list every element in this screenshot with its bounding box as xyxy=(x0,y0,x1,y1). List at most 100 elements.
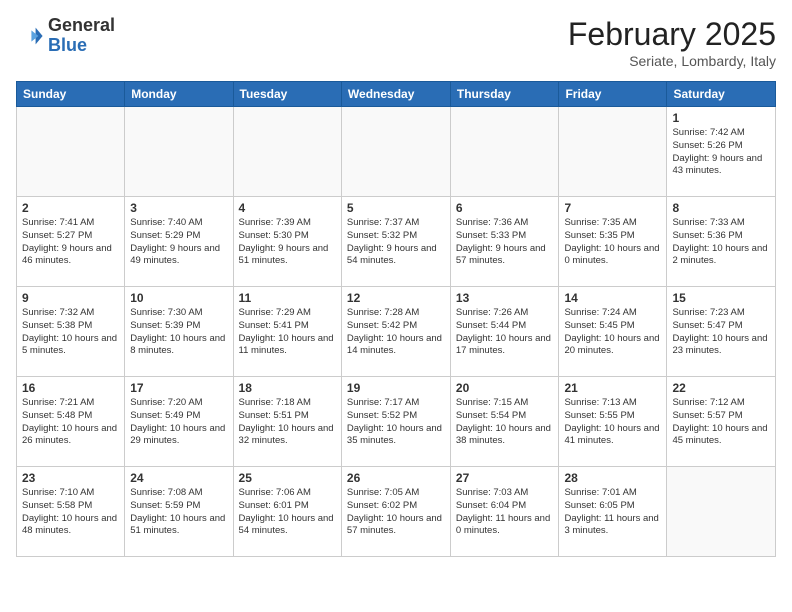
day-info: Sunrise: 7:42 AMSunset: 5:26 PMDaylight:… xyxy=(672,127,770,178)
location: Seriate, Lombardy, Italy xyxy=(568,53,776,69)
calendar-week-1: 2 Sunrise: 7:41 AMSunset: 5:27 PMDaylight… xyxy=(17,197,776,287)
calendar-cell: 6 Sunrise: 7:36 AMSunset: 5:33 PMDaylight… xyxy=(450,197,559,287)
month-info: February 2025 Seriate, Lombardy, Italy xyxy=(568,16,776,69)
day-number: 11 xyxy=(239,291,336,305)
calendar-header-row: SundayMondayTuesdayWednesdayThursdayFrid… xyxy=(17,82,776,107)
day-info: Sunrise: 7:41 AMSunset: 5:27 PMDaylight:… xyxy=(22,217,119,268)
day-info: Sunrise: 7:40 AMSunset: 5:29 PMDaylight:… xyxy=(130,217,227,268)
day-number: 24 xyxy=(130,471,227,485)
calendar-cell: 15 Sunrise: 7:23 AMSunset: 5:47 PMDayligh… xyxy=(667,287,776,377)
day-number: 27 xyxy=(456,471,554,485)
day-number: 7 xyxy=(564,201,661,215)
day-info: Sunrise: 7:36 AMSunset: 5:33 PMDaylight:… xyxy=(456,217,554,268)
day-info: Sunrise: 7:30 AMSunset: 5:39 PMDaylight:… xyxy=(130,307,227,358)
day-number: 16 xyxy=(22,381,119,395)
day-info: Sunrise: 7:15 AMSunset: 5:54 PMDaylight:… xyxy=(456,397,554,448)
calendar-cell: 25 Sunrise: 7:06 AMSunset: 6:01 PMDayligh… xyxy=(233,467,341,557)
day-info: Sunrise: 7:17 AMSunset: 5:52 PMDaylight:… xyxy=(347,397,445,448)
day-number: 4 xyxy=(239,201,336,215)
day-info: Sunrise: 7:29 AMSunset: 5:41 PMDaylight:… xyxy=(239,307,336,358)
day-info: Sunrise: 7:26 AMSunset: 5:44 PMDaylight:… xyxy=(456,307,554,358)
calendar-cell: 24 Sunrise: 7:08 AMSunset: 5:59 PMDayligh… xyxy=(125,467,233,557)
calendar-cell: 27 Sunrise: 7:03 AMSunset: 6:04 PMDayligh… xyxy=(450,467,559,557)
col-header-sunday: Sunday xyxy=(17,82,125,107)
calendar-cell xyxy=(17,107,125,197)
day-number: 6 xyxy=(456,201,554,215)
calendar-cell: 21 Sunrise: 7:13 AMSunset: 5:55 PMDayligh… xyxy=(559,377,667,467)
col-header-friday: Friday xyxy=(559,82,667,107)
day-info: Sunrise: 7:08 AMSunset: 5:59 PMDaylight:… xyxy=(130,487,227,538)
calendar-cell xyxy=(450,107,559,197)
calendar-cell xyxy=(233,107,341,197)
day-info: Sunrise: 7:33 AMSunset: 5:36 PMDaylight:… xyxy=(672,217,770,268)
day-number: 5 xyxy=(347,201,445,215)
day-number: 23 xyxy=(22,471,119,485)
day-number: 2 xyxy=(22,201,119,215)
day-number: 22 xyxy=(672,381,770,395)
logo: General Blue xyxy=(16,16,115,56)
calendar-cell: 23 Sunrise: 7:10 AMSunset: 5:58 PMDayligh… xyxy=(17,467,125,557)
calendar-cell: 28Sunrise: 7:01 AMSunset: 6:05 PMDayligh… xyxy=(559,467,667,557)
calendar-cell: 5 Sunrise: 7:37 AMSunset: 5:32 PMDaylight… xyxy=(341,197,450,287)
col-header-tuesday: Tuesday xyxy=(233,82,341,107)
day-info: Sunrise: 7:18 AMSunset: 5:51 PMDaylight:… xyxy=(239,397,336,448)
day-number: 21 xyxy=(564,381,661,395)
col-header-monday: Monday xyxy=(125,82,233,107)
calendar-cell: 12 Sunrise: 7:28 AMSunset: 5:42 PMDayligh… xyxy=(341,287,450,377)
calendar-cell: 7 Sunrise: 7:35 AMSunset: 5:35 PMDaylight… xyxy=(559,197,667,287)
col-header-wednesday: Wednesday xyxy=(341,82,450,107)
calendar-cell: 3 Sunrise: 7:40 AMSunset: 5:29 PMDaylight… xyxy=(125,197,233,287)
day-number: 28 xyxy=(564,471,661,485)
day-number: 15 xyxy=(672,291,770,305)
calendar-cell: 8Sunrise: 7:33 AMSunset: 5:36 PMDaylight… xyxy=(667,197,776,287)
day-info: Sunrise: 7:05 AMSunset: 6:02 PMDaylight:… xyxy=(347,487,445,538)
day-info: Sunrise: 7:37 AMSunset: 5:32 PMDaylight:… xyxy=(347,217,445,268)
day-number: 25 xyxy=(239,471,336,485)
calendar-cell: 19 Sunrise: 7:17 AMSunset: 5:52 PMDayligh… xyxy=(341,377,450,467)
day-info: Sunrise: 7:13 AMSunset: 5:55 PMDaylight:… xyxy=(564,397,661,448)
calendar-week-2: 9 Sunrise: 7:32 AMSunset: 5:38 PMDaylight… xyxy=(17,287,776,377)
calendar-cell xyxy=(559,107,667,197)
calendar-cell: 2 Sunrise: 7:41 AMSunset: 5:27 PMDaylight… xyxy=(17,197,125,287)
day-number: 18 xyxy=(239,381,336,395)
day-number: 12 xyxy=(347,291,445,305)
day-info: Sunrise: 7:35 AMSunset: 5:35 PMDaylight:… xyxy=(564,217,661,268)
day-number: 13 xyxy=(456,291,554,305)
calendar-cell: 20 Sunrise: 7:15 AMSunset: 5:54 PMDayligh… xyxy=(450,377,559,467)
day-number: 20 xyxy=(456,381,554,395)
calendar-cell: 16 Sunrise: 7:21 AMSunset: 5:48 PMDayligh… xyxy=(17,377,125,467)
calendar-cell: 26 Sunrise: 7:05 AMSunset: 6:02 PMDayligh… xyxy=(341,467,450,557)
day-info: Sunrise: 7:32 AMSunset: 5:38 PMDaylight:… xyxy=(22,307,119,358)
calendar-week-3: 16 Sunrise: 7:21 AMSunset: 5:48 PMDayligh… xyxy=(17,377,776,467)
day-number: 3 xyxy=(130,201,227,215)
calendar-cell xyxy=(667,467,776,557)
day-info: Sunrise: 7:10 AMSunset: 5:58 PMDaylight:… xyxy=(22,487,119,538)
page-header: General Blue February 2025 Seriate, Lomb… xyxy=(16,16,776,69)
logo-general: General xyxy=(48,15,115,35)
calendar-week-4: 23 Sunrise: 7:10 AMSunset: 5:58 PMDayligh… xyxy=(17,467,776,557)
day-info: Sunrise: 7:24 AMSunset: 5:45 PMDaylight:… xyxy=(564,307,661,358)
calendar-cell: 14 Sunrise: 7:24 AMSunset: 5:45 PMDayligh… xyxy=(559,287,667,377)
day-number: 9 xyxy=(22,291,119,305)
month-title: February 2025 xyxy=(568,16,776,53)
day-info: Sunrise: 7:06 AMSunset: 6:01 PMDaylight:… xyxy=(239,487,336,538)
day-info: Sunrise: 7:12 AMSunset: 5:57 PMDaylight:… xyxy=(672,397,770,448)
logo-text: General Blue xyxy=(48,16,115,56)
calendar-table: SundayMondayTuesdayWednesdayThursdayFrid… xyxy=(16,81,776,557)
calendar-cell: 1 Sunrise: 7:42 AMSunset: 5:26 PMDaylight… xyxy=(667,107,776,197)
day-number: 17 xyxy=(130,381,227,395)
day-info: Sunrise: 7:23 AMSunset: 5:47 PMDaylight:… xyxy=(672,307,770,358)
day-info: Sunrise: 7:39 AMSunset: 5:30 PMDaylight:… xyxy=(239,217,336,268)
logo-blue: Blue xyxy=(48,35,87,55)
day-number: 14 xyxy=(564,291,661,305)
day-info: Sunrise: 7:28 AMSunset: 5:42 PMDaylight:… xyxy=(347,307,445,358)
day-info: Sunrise: 7:03 AMSunset: 6:04 PMDaylight:… xyxy=(456,487,554,538)
calendar-cell: 22 Sunrise: 7:12 AMSunset: 5:57 PMDayligh… xyxy=(667,377,776,467)
day-number: 1 xyxy=(672,111,770,125)
calendar-cell: 10Sunrise: 7:30 AMSunset: 5:39 PMDayligh… xyxy=(125,287,233,377)
day-number: 26 xyxy=(347,471,445,485)
day-info: Sunrise: 7:20 AMSunset: 5:49 PMDaylight:… xyxy=(130,397,227,448)
day-info: Sunrise: 7:21 AMSunset: 5:48 PMDaylight:… xyxy=(22,397,119,448)
col-header-saturday: Saturday xyxy=(667,82,776,107)
day-number: 19 xyxy=(347,381,445,395)
